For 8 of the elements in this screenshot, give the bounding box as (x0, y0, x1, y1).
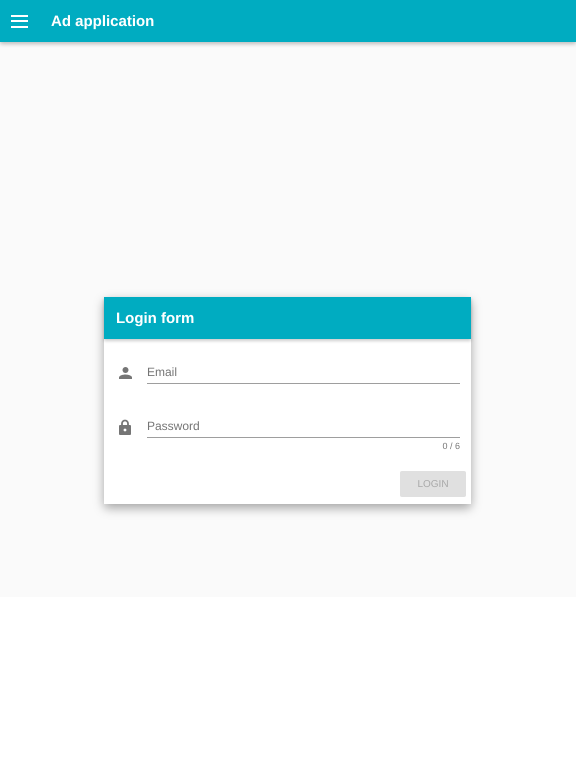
password-field[interactable]: Password (147, 415, 460, 438)
person-icon (119, 367, 132, 379)
email-field[interactable]: Email (147, 361, 460, 384)
character-counter: 0 / 6 (441, 441, 460, 451)
app-title: Ad application (51, 12, 154, 30)
lock-icon (119, 419, 131, 435)
menu-icon[interactable] (11, 14, 28, 28)
card-title: Login form (104, 297, 471, 339)
